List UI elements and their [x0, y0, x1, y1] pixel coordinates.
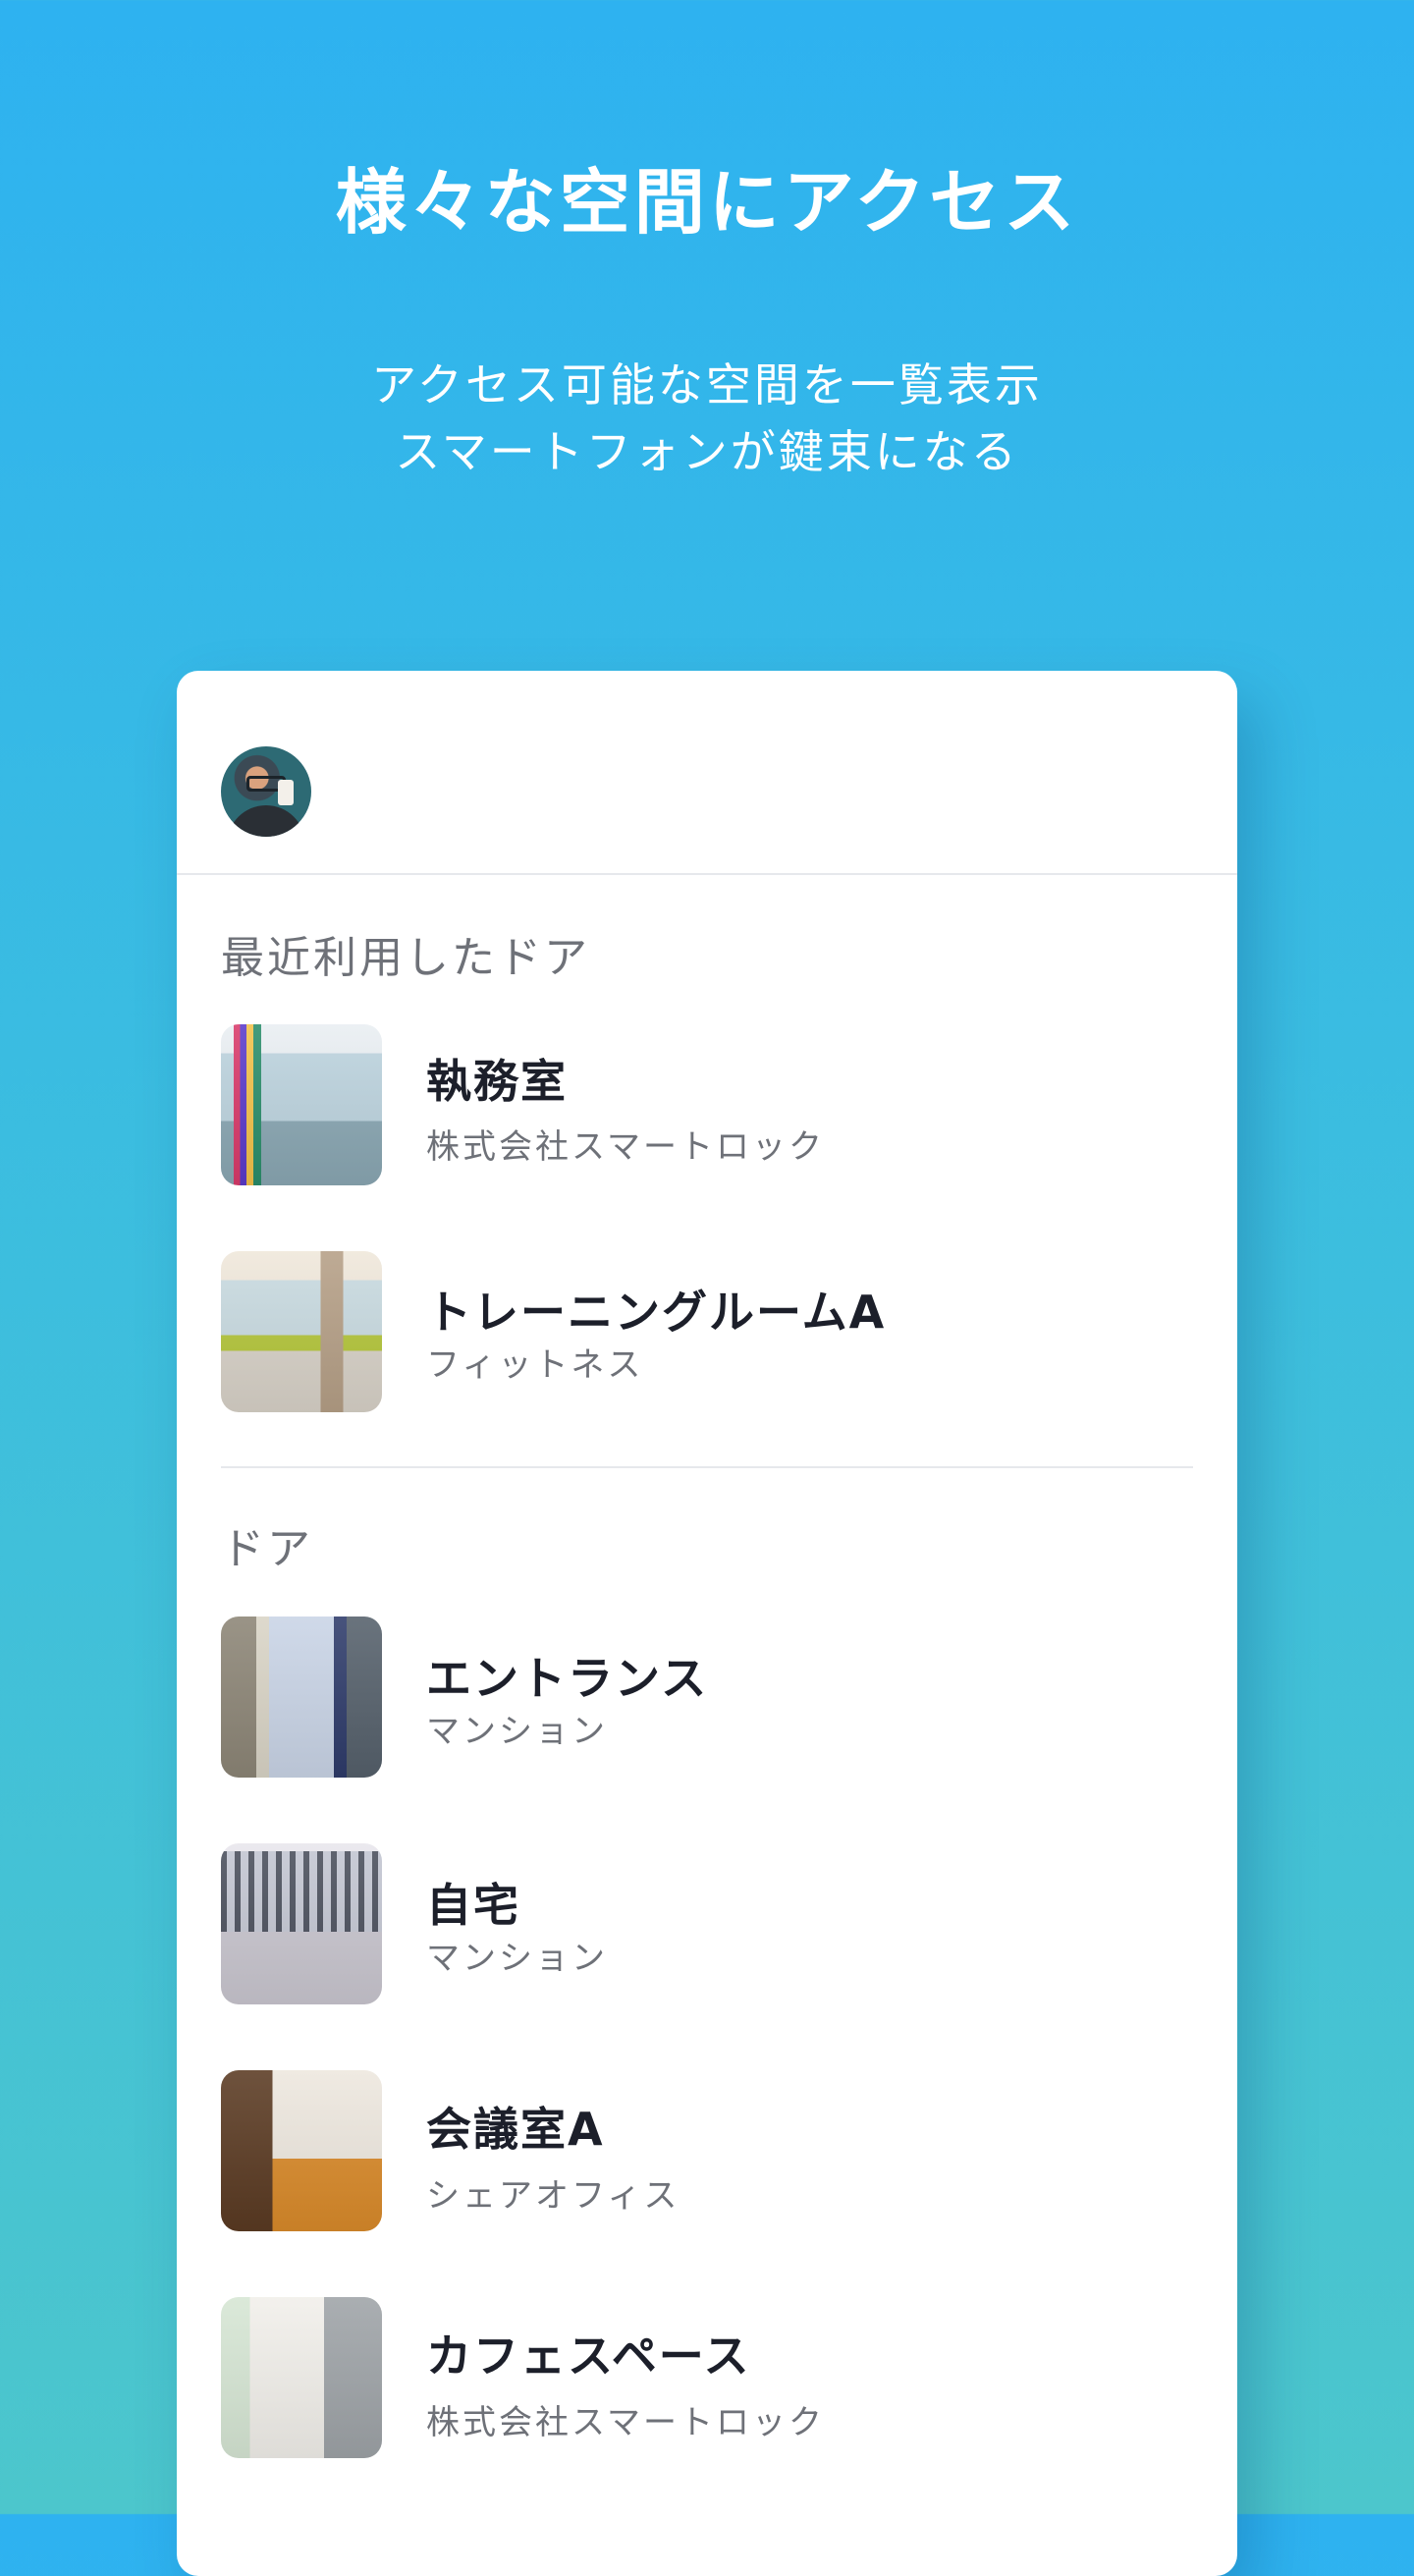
door-list-card: 最近利用したドア 執務室 株式会社スマートロック トレーニングルームA フィット… [177, 671, 1237, 2576]
list-item-meeting-room[interactable]: 会議室A シェアオフィス [221, 2070, 1193, 2233]
training-room-thumbnail [221, 1251, 382, 1412]
hero-subtitle-line-1: アクセス可能な空間を一覧表示 [371, 358, 1043, 411]
hero-subtitle-line-2: スマートフォンが鍵束になる [395, 425, 1019, 478]
item-subtitle: フィットネス [426, 1345, 644, 1385]
card-header [177, 671, 1237, 875]
hero-subtitle: アクセス可能な空間を一覧表示 スマートフォンが鍵束になる [0, 352, 1414, 485]
item-title: エントランス [426, 1652, 709, 1705]
item-subtitle: シェアオフィス [426, 2176, 680, 2216]
item-subtitle: 株式会社スマートロック [426, 2403, 825, 2442]
item-title: 会議室A [426, 2103, 605, 2156]
list-item-entrance[interactable]: エントランス マンション [221, 1617, 1193, 1780]
meeting-room-thumbnail [221, 2070, 382, 2231]
item-subtitle: マンション [426, 1712, 608, 1751]
item-title: 執務室 [426, 1055, 568, 1108]
list-item-recent-training-room[interactable]: トレーニングルームA フィットネス [221, 1251, 1193, 1414]
item-subtitle: マンション [426, 1939, 608, 1978]
hero-title: 様々な空間にアクセス [335, 161, 1079, 244]
item-title: 自宅 [426, 1879, 520, 1932]
cafe-space-thumbnail [221, 2297, 382, 2458]
avatar-shirt [227, 805, 305, 837]
home-thumbnail [221, 1843, 382, 2004]
avatar-cup [278, 780, 294, 805]
list-item-home[interactable]: 自宅 マンション [221, 1843, 1193, 2006]
item-subtitle: 株式会社スマートロック [426, 1127, 825, 1167]
doors-heading: ドア [221, 1524, 313, 1574]
list-item-cafe-space[interactable]: カフェスペース 株式会社スマートロック [221, 2297, 1193, 2460]
user-avatar[interactable] [221, 746, 311, 837]
entrance-thumbnail [221, 1617, 382, 1778]
item-title: トレーニングルームA [426, 1286, 887, 1339]
section-divider [221, 1466, 1193, 1468]
item-title: カフェスペース [426, 2329, 751, 2383]
recent-doors-heading: 最近利用したドア [221, 933, 590, 983]
list-item-recent-office[interactable]: 執務室 株式会社スマートロック [221, 1024, 1193, 1187]
office-thumbnail [221, 1024, 382, 1185]
